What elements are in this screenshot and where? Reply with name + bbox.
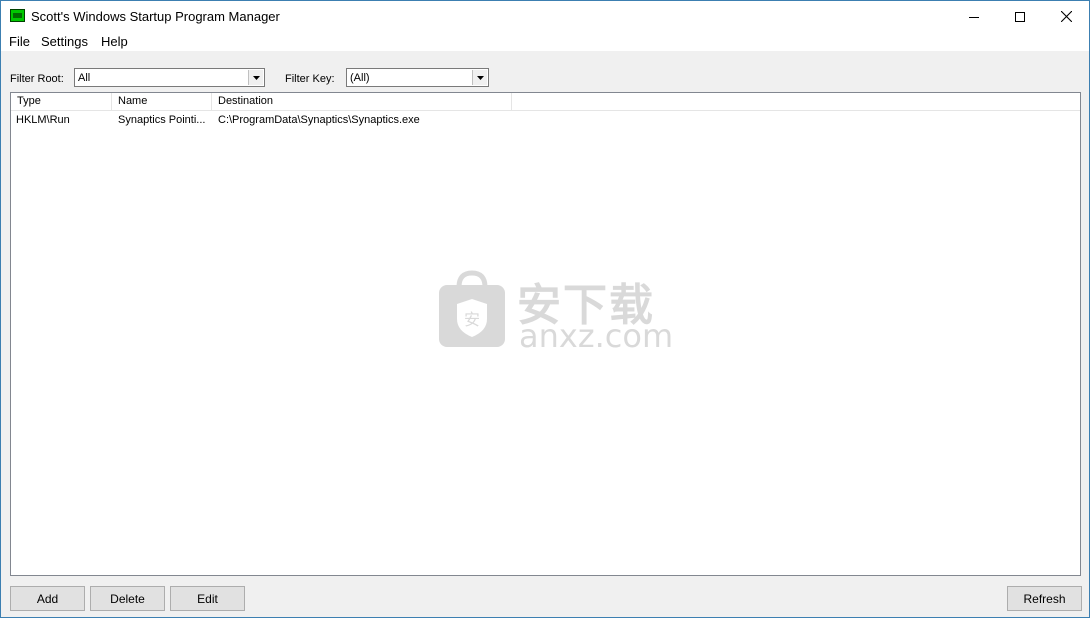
filter-root-value: All <box>78 72 91 84</box>
column-header-type[interactable]: Type <box>11 93 112 110</box>
menu-settings[interactable]: Settings <box>41 34 88 49</box>
cell-destination: C:\ProgramData\Synaptics\Synaptics.exe <box>218 114 420 126</box>
filter-root-label: Filter Root: <box>10 73 64 85</box>
app-green-icon <box>10 9 25 22</box>
maximize-icon <box>1015 11 1025 22</box>
watermark-domain-text: anxz.com <box>519 317 674 355</box>
list-header: Type Name Destination <box>11 93 1080 111</box>
app-window: Scott's Windows Startup Program Manager … <box>0 0 1090 618</box>
close-icon <box>1060 11 1072 22</box>
startup-list[interactable]: Type Name Destination HKLM\Run Synaptics… <box>10 92 1081 576</box>
edit-button[interactable]: Edit <box>170 586 245 611</box>
filter-key-dropdown-button[interactable] <box>472 70 487 85</box>
title-bar[interactable]: Scott's Windows Startup Program Manager <box>1 1 1089 32</box>
watermark-badge-text: 安 <box>464 310 480 329</box>
column-header-destination[interactable]: Destination <box>212 93 512 110</box>
filter-key-value: (All) <box>350 72 370 84</box>
chevron-down-icon <box>476 75 484 80</box>
filter-root-select[interactable]: All <box>74 68 265 87</box>
watermark-logo: 安 安下载 anxz.com <box>437 269 673 359</box>
delete-button[interactable]: Delete <box>90 586 165 611</box>
window-title: Scott's Windows Startup Program Manager <box>31 9 280 24</box>
cell-type: HKLM\Run <box>16 114 70 126</box>
filter-key-label: Filter Key: <box>285 73 335 85</box>
column-header-name[interactable]: Name <box>112 93 212 110</box>
menu-help[interactable]: Help <box>101 34 128 49</box>
shopping-bag-shield-icon: 安 <box>439 270 505 347</box>
table-row[interactable]: HKLM\Run Synaptics Pointi... C:\ProgramD… <box>11 112 1080 129</box>
close-button[interactable] <box>1043 1 1089 32</box>
filter-key-select[interactable]: (All) <box>346 68 489 87</box>
filter-root-dropdown-button[interactable] <box>248 70 263 85</box>
watermark-chinese-text: 安下载 <box>517 280 655 331</box>
cell-name: Synaptics Pointi... <box>118 114 206 126</box>
maximize-button[interactable] <box>997 1 1043 32</box>
refresh-button[interactable]: Refresh <box>1007 586 1082 611</box>
chevron-down-icon <box>252 75 260 80</box>
minimize-icon <box>969 16 979 18</box>
menu-file[interactable]: File <box>9 34 30 49</box>
minimize-button[interactable] <box>951 1 997 32</box>
add-button[interactable]: Add <box>10 586 85 611</box>
menu-bar: File Settings Help <box>1 32 1089 51</box>
